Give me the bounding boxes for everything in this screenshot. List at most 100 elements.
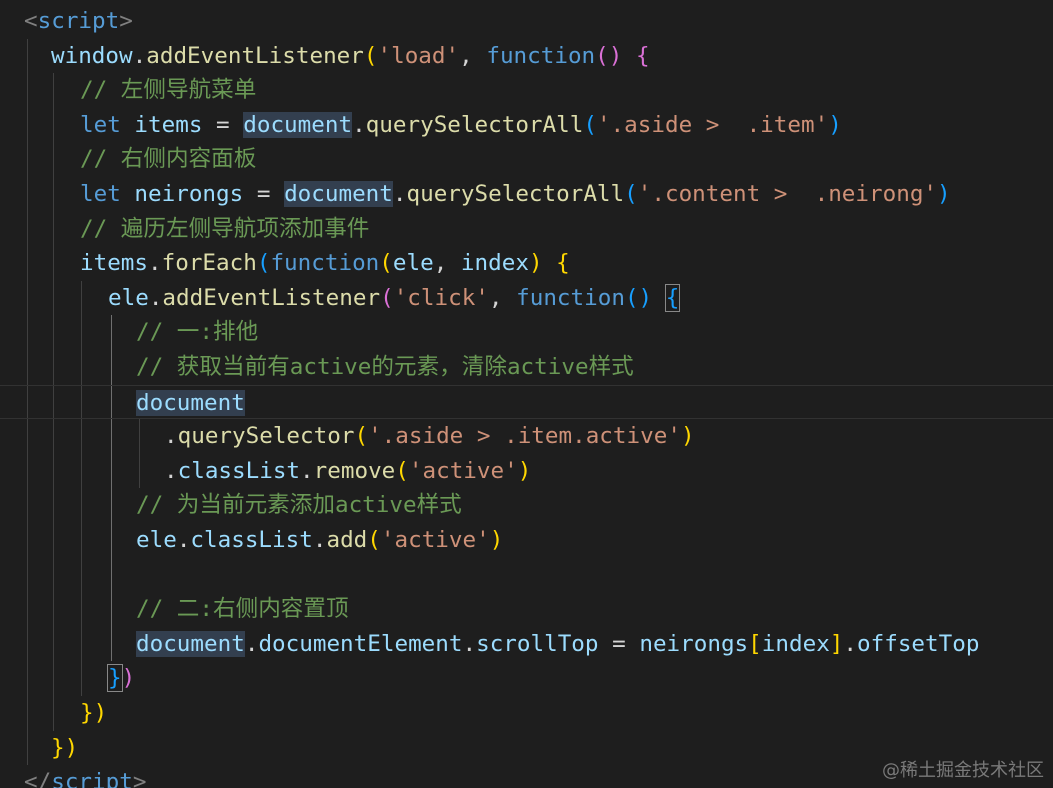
code-line[interactable]: ele.addEventListener('click', function()… — [0, 281, 1053, 316]
code-line[interactable]: .querySelector('.aside > .item.active') — [0, 419, 1053, 454]
code-token: > — [119, 8, 133, 34]
code-token: forEach — [161, 250, 257, 277]
code-token: . — [244, 630, 259, 657]
code-token: } — [107, 664, 123, 693]
code-token: ele — [392, 250, 434, 277]
code-token: '.content > .neirong' — [637, 181, 938, 207]
code-line-content: // 遍历左侧导航项添加事件 — [80, 212, 369, 247]
code-line-content: // 二:右侧内容置顶 — [136, 592, 349, 627]
code-line[interactable]: // 为当前元素添加active样式 — [0, 488, 1053, 523]
code-token: classList — [177, 457, 301, 484]
code-line[interactable]: window.addEventListener('load', function… — [0, 39, 1053, 74]
code-comment: // 右侧内容面板 — [80, 146, 257, 173]
code-line[interactable]: // 左侧导航菜单 — [0, 73, 1053, 108]
code-token: document — [284, 181, 393, 207]
code-token: 'load' — [377, 42, 460, 69]
code-token: ) — [517, 457, 532, 484]
code-line[interactable]: let items = document.querySelectorAll('.… — [0, 108, 1053, 143]
code-token: 'active' — [408, 457, 518, 484]
code-comment: // 一:排他 — [136, 319, 259, 346]
code-token: document — [243, 111, 353, 138]
code-token: function — [516, 284, 625, 311]
code-token: ( — [256, 250, 271, 277]
code-editor[interactable]: <script> window.addEventListener('load', … — [0, 0, 1053, 788]
code-token: ele — [136, 527, 177, 553]
code-token: ) — [828, 111, 842, 138]
code-line-content: }) — [80, 696, 107, 731]
code-token: remove — [313, 457, 396, 484]
code-line[interactable]: // 获取当前有active的元素，清除active样式 — [0, 350, 1053, 385]
code-line-content: ele.addEventListener('click', function()… — [108, 281, 681, 316]
code-token: </ — [24, 769, 52, 788]
code-line[interactable]: }) — [0, 661, 1053, 696]
code-line-content: let items = document.querySelectorAll('.… — [80, 108, 842, 143]
code-token: }) — [51, 734, 79, 761]
code-line[interactable]: document.documentElement.scrollTop = nei… — [0, 627, 1053, 662]
code-token: . — [176, 527, 191, 553]
code-token: = — [243, 181, 285, 207]
code-comment: // 获取当前有active的元素，清除active样式 — [136, 354, 634, 380]
code-token: . — [300, 457, 314, 484]
code-token: . — [843, 630, 858, 657]
code-line[interactable] — [0, 558, 1053, 593]
code-line[interactable]: // 一:排他 — [0, 315, 1053, 350]
code-token: { — [556, 250, 570, 277]
code-line-content: </script> — [24, 765, 146, 788]
code-line-content: // 右侧内容面板 — [80, 142, 256, 177]
code-line-content: // 一:排他 — [136, 315, 258, 350]
code-line-content: document — [136, 386, 245, 421]
code-token: = — [598, 630, 640, 657]
code-line[interactable]: // 遍历左侧导航项添加事件 — [0, 212, 1053, 247]
code-line[interactable]: // 二:右侧内容置顶 — [0, 592, 1053, 627]
code-token: 'active' — [380, 527, 490, 553]
code-line[interactable]: items.forEach(function(ele, index) { — [0, 246, 1053, 281]
code-token: > — [132, 769, 147, 788]
code-token: () — [595, 42, 623, 69]
code-line[interactable]: document — [0, 384, 1053, 421]
code-line[interactable]: // 右侧内容面板 — [0, 142, 1053, 177]
code-token: window — [51, 42, 133, 69]
code-token: ele — [108, 284, 149, 311]
code-line[interactable]: ele.classList.add('active') — [0, 523, 1053, 558]
code-token: . — [148, 284, 163, 311]
code-line-content: window.addEventListener('load', function… — [51, 39, 650, 74]
code-token: querySelector — [177, 423, 355, 450]
code-line-content: let neirongs = document.querySelectorAll… — [80, 177, 951, 212]
code-token: . — [352, 111, 366, 138]
code-token: . — [148, 250, 162, 277]
code-token: neirongs — [639, 630, 749, 657]
code-token: ( — [380, 284, 394, 311]
code-token: . — [164, 423, 178, 450]
code-token: document — [136, 389, 245, 416]
code-token: . — [164, 457, 178, 484]
code-token: function — [486, 42, 596, 69]
code-token: add — [326, 527, 368, 553]
code-line[interactable]: }) — [0, 696, 1053, 731]
code-line[interactable]: <script> — [0, 4, 1053, 39]
code-token: ( — [367, 527, 381, 553]
code-token: . — [312, 527, 327, 553]
code-token: index — [761, 630, 830, 657]
code-token: { — [664, 283, 681, 312]
code-token: let — [80, 181, 121, 207]
code-token: [ — [748, 630, 762, 657]
code-line[interactable]: let neirongs = document.querySelectorAll… — [0, 177, 1053, 212]
code-line-content: // 左侧导航菜单 — [80, 73, 256, 108]
code-token: offsetTop — [857, 630, 980, 657]
code-token: . — [462, 630, 477, 657]
code-token: neirongs — [134, 181, 244, 207]
code-token: querySelectorAll — [406, 181, 625, 207]
code-token: '.aside > .item.active' — [368, 423, 681, 450]
code-line[interactable]: .classList.remove('active') — [0, 454, 1053, 489]
code-token: () — [624, 284, 653, 311]
code-token: classList — [190, 527, 313, 553]
code-token: { — [636, 42, 650, 69]
code-token: ( — [354, 423, 369, 450]
code-token: script — [37, 8, 120, 34]
code-token: ) — [937, 181, 951, 207]
code-token: document — [136, 630, 245, 657]
code-token: . — [392, 181, 407, 207]
